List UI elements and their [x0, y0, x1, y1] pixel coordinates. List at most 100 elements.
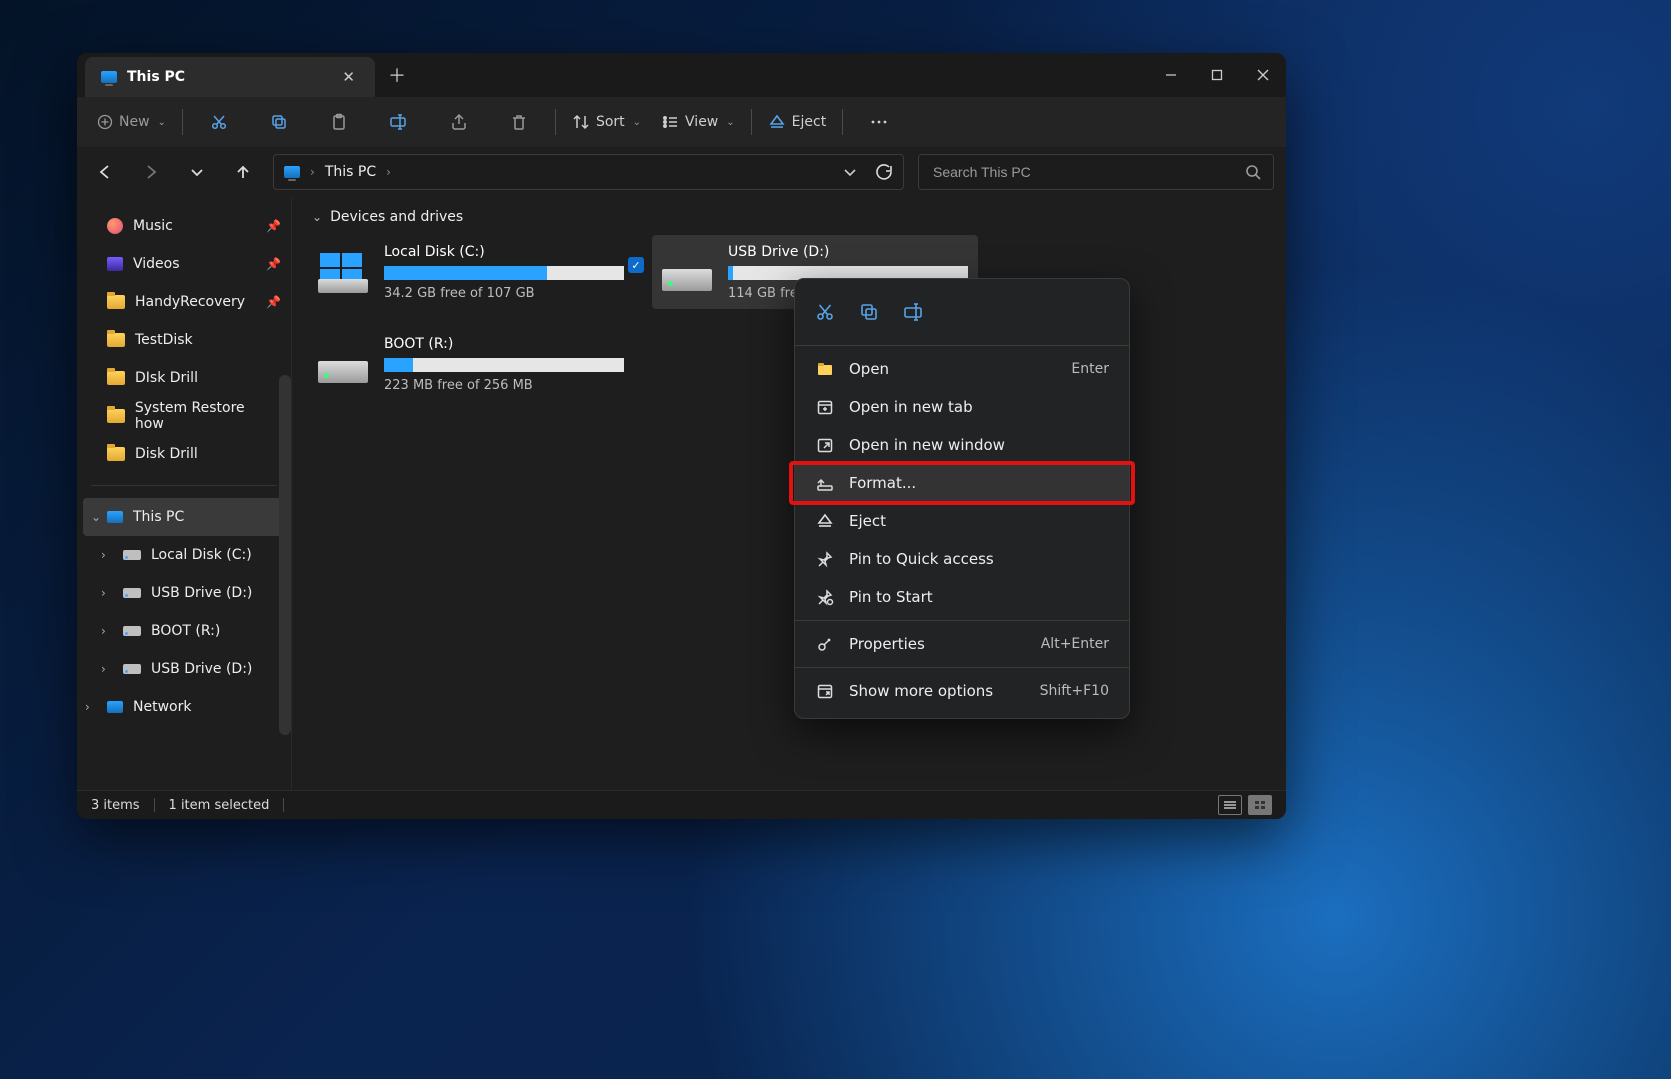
- view-button[interactable]: View ⌄: [651, 104, 745, 140]
- eject-button[interactable]: Eject: [758, 104, 837, 140]
- new-tab-button[interactable]: ＋: [375, 53, 419, 97]
- tree-item-usb-drive-d-[interactable]: › USB Drive (D:): [77, 650, 291, 688]
- share-icon: [450, 113, 468, 131]
- search-input[interactable]: [931, 163, 1245, 181]
- minimize-button[interactable]: [1148, 53, 1194, 97]
- delete-button[interactable]: [489, 104, 549, 140]
- drive-free-text: 223 MB free of 256 MB: [384, 378, 624, 393]
- chevron-right-icon: ›: [310, 165, 315, 179]
- menu-item-shortcut: Alt+Enter: [1041, 636, 1109, 652]
- copy-icon[interactable]: [859, 302, 879, 322]
- tab-this-pc[interactable]: This PC ✕: [85, 57, 375, 97]
- menu-item-label: Open in new tab: [849, 398, 973, 416]
- copy-button[interactable]: [249, 104, 309, 140]
- expander-icon[interactable]: ›: [101, 662, 106, 676]
- menu-item-eject[interactable]: Eject: [795, 502, 1129, 540]
- folder-icon: [107, 447, 125, 461]
- menu-item-label: Format...: [849, 474, 916, 492]
- details-view-button[interactable]: [1218, 795, 1242, 815]
- menu-item-shortcut: Enter: [1071, 361, 1109, 377]
- tree-item-boot-r-[interactable]: ›BOOT (R:): [77, 612, 291, 650]
- menu-item-show-more-options[interactable]: Show more optionsShift+F10: [795, 672, 1129, 710]
- chevron-down-icon: ⌄: [158, 117, 166, 128]
- menu-item-open[interactable]: OpenEnter: [795, 350, 1129, 388]
- group-header-devices[interactable]: ⌄ Devices and drives: [308, 209, 1270, 225]
- address-bar[interactable]: › This PC ›: [273, 154, 904, 190]
- status-item-count: 3 items: [91, 798, 140, 813]
- tree-item-local-disk-c-[interactable]: › Local Disk (C:): [77, 536, 291, 574]
- eject-icon: [768, 113, 786, 131]
- expander-icon[interactable]: ›: [85, 700, 90, 714]
- tiles-view-button[interactable]: [1248, 795, 1272, 815]
- paste-button[interactable]: [309, 104, 369, 140]
- rename-button[interactable]: [369, 104, 429, 140]
- more-button[interactable]: [849, 104, 909, 140]
- navigation-row: › This PC ›: [77, 147, 1286, 197]
- drive-icon: [318, 345, 368, 383]
- menu-item-properties[interactable]: PropertiesAlt+Enter: [795, 625, 1129, 663]
- sidebar-scrollbar[interactable]: [279, 375, 291, 735]
- search-box[interactable]: [918, 154, 1274, 190]
- close-window-button[interactable]: [1240, 53, 1286, 97]
- view-label: View: [685, 114, 718, 130]
- tree-item-usb-drive-d-[interactable]: ›USB Drive (D:): [77, 574, 291, 612]
- sidebar-item-system-restore-how[interactable]: System Restore how: [77, 397, 291, 435]
- new-button[interactable]: New ⌄: [87, 104, 176, 140]
- sidebar-item-testdisk[interactable]: TestDisk: [77, 321, 291, 359]
- rename-icon[interactable]: [903, 302, 925, 322]
- scissors-icon[interactable]: [815, 302, 835, 322]
- maximize-button[interactable]: [1194, 53, 1240, 97]
- share-button[interactable]: [429, 104, 489, 140]
- title-bar: This PC ✕ ＋: [77, 53, 1286, 97]
- chevron-down-icon: ⌄: [312, 210, 322, 224]
- sidebar-item-label: HandyRecovery: [135, 294, 245, 310]
- sidebar-item-disk-drill[interactable]: Disk Drill: [77, 435, 291, 473]
- rename-icon: [389, 113, 409, 131]
- expander-icon[interactable]: ›: [101, 586, 106, 600]
- folder-icon: [107, 409, 125, 423]
- back-button[interactable]: [89, 156, 121, 188]
- sidebar-item-music[interactable]: Music📌: [77, 207, 291, 245]
- cut-button[interactable]: [189, 104, 249, 140]
- ellipsis-icon: [869, 113, 889, 131]
- drive-tile-boot-r-[interactable]: BOOT (R:) 223 MB free of 256 MB: [308, 327, 634, 401]
- menu-item-pin-to-quick-access[interactable]: Pin to Quick access: [795, 540, 1129, 578]
- tree-item-label: USB Drive (D:): [151, 661, 252, 677]
- sort-label: Sort: [596, 114, 625, 130]
- status-bar: 3 items 1 item selected: [77, 790, 1286, 819]
- sort-button[interactable]: Sort ⌄: [562, 104, 651, 140]
- tree-item-label: Network: [133, 699, 191, 715]
- up-button[interactable]: [227, 156, 259, 188]
- menu-item-pin-to-start[interactable]: Pin to Start: [795, 578, 1129, 616]
- address-dropdown[interactable]: [843, 165, 857, 179]
- drive-tile-local-disk-c-[interactable]: Local Disk (C:) 34.2 GB free of 107 GB: [308, 235, 634, 309]
- menu-item-open-in-new-window[interactable]: Open in new window: [795, 426, 1129, 464]
- tree-item-label: Local Disk (C:): [151, 547, 252, 563]
- chevron-down-icon: ⌄: [633, 117, 641, 128]
- expander-icon[interactable]: ⌄: [91, 510, 101, 524]
- capacity-bar: [384, 358, 624, 372]
- menu-item-format-[interactable]: Format...: [795, 464, 1129, 502]
- refresh-button[interactable]: [875, 163, 893, 181]
- chevron-down-icon: ⌄: [726, 117, 734, 128]
- sidebar-item-disk-drill[interactable]: DIsk Drill: [77, 359, 291, 397]
- menu-item-open-in-new-tab[interactable]: Open in new tab: [795, 388, 1129, 426]
- music-icon: [107, 218, 123, 234]
- breadcrumb[interactable]: This PC: [325, 164, 376, 180]
- expander-icon[interactable]: ›: [101, 624, 106, 638]
- forward-button[interactable]: [135, 156, 167, 188]
- scissors-icon: [210, 113, 228, 131]
- expander-icon[interactable]: ›: [101, 548, 106, 562]
- sidebar-item-videos[interactable]: Videos📌: [77, 245, 291, 283]
- eject-icon: [815, 512, 835, 530]
- sidebar-item-handyrecovery[interactable]: HandyRecovery📌: [77, 283, 291, 321]
- pin-icon: [815, 550, 835, 568]
- drive-free-text: 34.2 GB free of 107 GB: [384, 286, 624, 301]
- tree-item-this-pc[interactable]: ⌄ This PC: [83, 498, 285, 536]
- selected-check-icon: ✓: [628, 257, 644, 273]
- newtab-icon: [815, 398, 835, 416]
- tree-item-network[interactable]: › Network: [77, 688, 291, 726]
- close-tab-button[interactable]: ✕: [336, 64, 361, 90]
- tree-item-label: This PC: [133, 509, 184, 525]
- recent-dropdown[interactable]: [181, 156, 213, 188]
